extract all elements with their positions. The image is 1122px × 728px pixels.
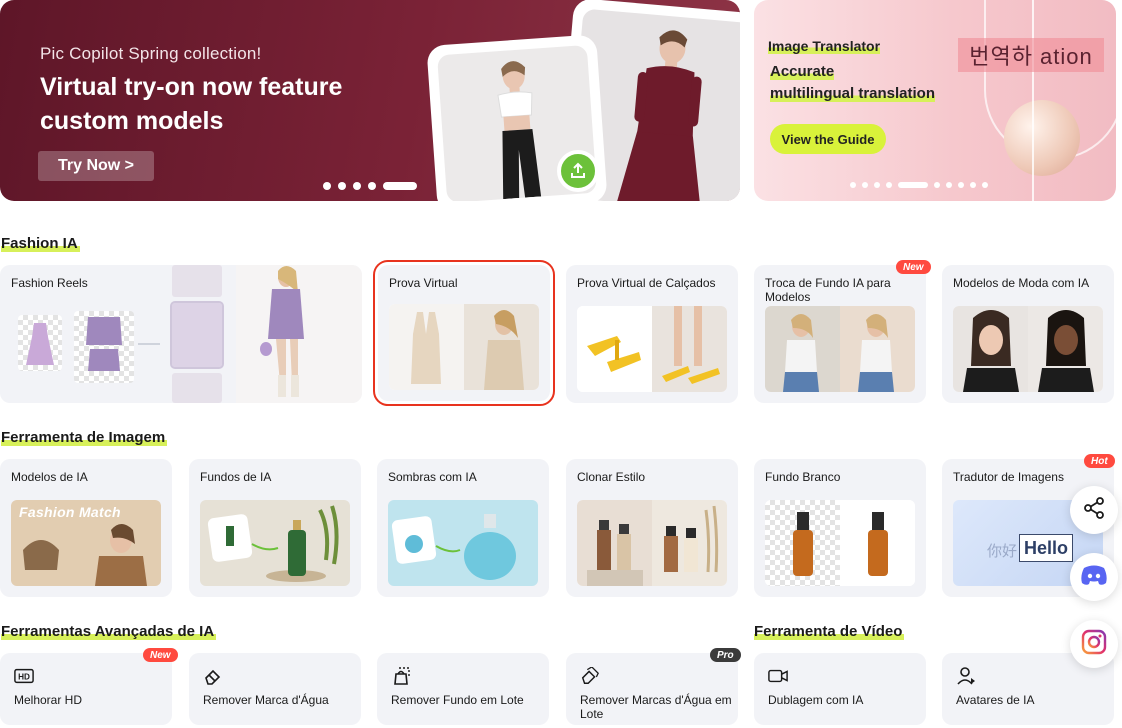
tile-label: Avatares de IA bbox=[956, 693, 1035, 707]
tile-remover-marcas-dagua-em-lote[interactable]: Remover Marcas d'Água em Lote bbox=[566, 653, 738, 725]
side-banner-title: Image Translator bbox=[768, 38, 881, 54]
chinese-text-overlay: 你好 bbox=[987, 543, 1018, 560]
carousel-dot[interactable] bbox=[323, 182, 331, 190]
carousel-dot[interactable] bbox=[368, 182, 376, 190]
avatar-icon bbox=[956, 667, 976, 685]
tile-prova-virtual[interactable]: Prova Virtual bbox=[373, 260, 555, 406]
eraser-icon bbox=[203, 667, 223, 685]
try-now-button[interactable]: Try Now > bbox=[38, 151, 154, 181]
discord-button[interactable] bbox=[1070, 553, 1118, 601]
tile-label: Remover Marcas d'Água em Lote bbox=[580, 693, 732, 721]
tile-modelos-de-ia[interactable]: Modelos de IA Fashion Match bbox=[0, 459, 172, 597]
batch-eraser-icon bbox=[580, 667, 600, 685]
tile-clonar-estilo[interactable]: Clonar Estilo bbox=[566, 459, 738, 597]
decorative-sphere bbox=[1004, 100, 1080, 176]
upload-icon bbox=[557, 150, 599, 192]
instagram-button[interactable] bbox=[1070, 620, 1118, 668]
banner-subtitle: Pic Copilot Spring collection! bbox=[40, 44, 262, 63]
promo-banner-image-translator[interactable]: 번역하 ation Image Translator Accurate multi… bbox=[754, 0, 1116, 201]
new-badge: New bbox=[143, 648, 178, 662]
tile-label: Dublagem com IA bbox=[768, 693, 864, 707]
hd-icon: HD bbox=[14, 667, 34, 685]
model-reel-photo bbox=[236, 265, 362, 403]
tile-label: Fundos de IA bbox=[200, 470, 272, 484]
tile-image bbox=[389, 304, 539, 390]
tile-image bbox=[765, 306, 915, 392]
batch-bag-icon bbox=[391, 667, 411, 685]
side-banner-subtitle: Accurate multilingual translation bbox=[770, 63, 936, 102]
section-title-image-tools: Ferramenta de Imagem bbox=[1, 429, 168, 446]
section-title-advanced-tools: Ferramentas Avançadas de IA bbox=[1, 623, 217, 640]
share-icon bbox=[1082, 496, 1106, 525]
promo-banner-virtual-try-on[interactable]: Pic Copilot Spring collection! Virtual t… bbox=[0, 0, 740, 201]
carousel-dot[interactable] bbox=[353, 182, 361, 190]
tile-remover-marca-dagua[interactable]: Remover Marca d'Água bbox=[189, 653, 361, 725]
tile-troca-de-fundo[interactable]: Troca de Fundo IA para Modelos bbox=[754, 265, 926, 403]
tile-label: Remover Marca d'Água bbox=[203, 693, 329, 707]
tile-image bbox=[577, 500, 727, 586]
banner-title: Virtual try-on now feature custom models bbox=[40, 73, 343, 135]
new-badge: New bbox=[896, 260, 931, 274]
tile-sombras-com-ia[interactable]: Sombras com IA bbox=[377, 459, 549, 597]
view-guide-button[interactable]: View the Guide bbox=[770, 124, 886, 154]
side-carousel-dots bbox=[850, 182, 988, 188]
tile-remover-fundo-em-lote[interactable]: Remover Fundo em Lote bbox=[377, 653, 549, 725]
tile-label: Clonar Estilo bbox=[577, 470, 646, 484]
tile-label: Troca de Fundo IA para Modelos bbox=[765, 276, 891, 304]
tile-fashion-reels[interactable]: Fashion Reels bbox=[0, 265, 362, 403]
tile-label: Sombras com IA bbox=[388, 470, 477, 484]
tile-image bbox=[765, 500, 915, 586]
tile-fundo-branco[interactable]: Fundo Branco bbox=[754, 459, 926, 597]
reel-frames bbox=[170, 265, 224, 403]
tile-image bbox=[388, 500, 538, 586]
tile-label: Modelos de Moda com IA bbox=[953, 276, 1090, 290]
dress-thumbnail bbox=[18, 315, 62, 371]
carousel-dot[interactable] bbox=[338, 182, 346, 190]
translation-overlay: 번역하 ation bbox=[958, 38, 1104, 72]
compare-divider bbox=[1032, 0, 1034, 201]
tile-label: Prova Virtual bbox=[389, 276, 458, 290]
discord-icon bbox=[1080, 564, 1108, 591]
tile-image: Fashion Match bbox=[11, 500, 161, 586]
video-camera-icon bbox=[768, 667, 788, 685]
tile-label: Prova Virtual de Calçados bbox=[577, 276, 716, 290]
tile-image bbox=[577, 306, 727, 392]
tile-label: Modelos de IA bbox=[11, 470, 88, 484]
banner-carousel-dots bbox=[323, 182, 417, 190]
tile-label: Remover Fundo em Lote bbox=[391, 693, 524, 707]
tile-image bbox=[953, 306, 1103, 392]
instagram-icon bbox=[1081, 629, 1107, 660]
suit-thumbnail bbox=[74, 311, 134, 383]
hello-text-overlay: Hello bbox=[1019, 534, 1074, 562]
home-page: Pic Copilot Spring collection! Virtual t… bbox=[0, 0, 1122, 728]
hot-badge: Hot bbox=[1084, 454, 1115, 468]
carousel-dot-active[interactable] bbox=[383, 182, 417, 190]
pro-badge: Pro bbox=[710, 648, 741, 662]
tile-prova-virtual-calcados[interactable]: Prova Virtual de Calçados bbox=[566, 265, 738, 403]
tile-dublagem-com-ia[interactable]: Dublagem com IA bbox=[754, 653, 926, 725]
tile-modelos-de-moda[interactable]: Modelos de Moda com IA bbox=[942, 265, 1114, 403]
tile-label: Melhorar HD bbox=[14, 693, 83, 707]
svg-text:HD: HD bbox=[18, 673, 30, 682]
share-button[interactable] bbox=[1070, 486, 1118, 534]
tile-melhorar-hd[interactable]: HD Melhorar HD bbox=[0, 653, 172, 725]
section-title-video-tools: Ferramenta de Vídeo bbox=[754, 623, 905, 640]
tile-fundos-de-ia[interactable]: Fundos de IA bbox=[189, 459, 361, 597]
tile-image bbox=[200, 500, 350, 586]
section-title-fashion: Fashion IA bbox=[1, 235, 80, 252]
tile-label: Tradutor de Imagens bbox=[953, 470, 1064, 484]
tile-label: Fundo Branco bbox=[765, 470, 841, 484]
